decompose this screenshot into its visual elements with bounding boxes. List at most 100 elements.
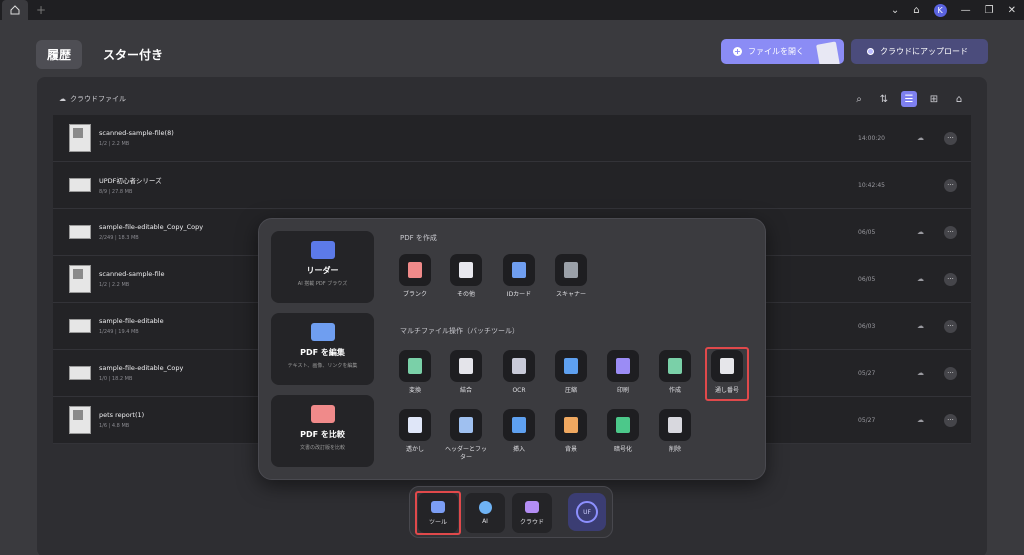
bell-icon[interactable]: ⌂ — [913, 5, 919, 16]
card-subtitle: AI 搭載 PDF ブラウズ — [297, 281, 348, 287]
breadcrumb-label: クラウドファイル — [70, 95, 126, 103]
more-icon[interactable]: ··· — [944, 413, 957, 427]
other-icon — [459, 262, 473, 278]
breadcrumb[interactable]: ☁ クラウドファイル — [59, 94, 126, 104]
tool-delete[interactable]: 削除 — [655, 409, 695, 454]
lock-icon — [616, 417, 630, 433]
minimize-icon[interactable]: — — [961, 5, 971, 16]
ai-assistant-icon: UF — [576, 501, 598, 523]
tool-insert[interactable]: 挿入 — [499, 409, 539, 454]
tool-background[interactable]: 背景 — [551, 409, 591, 454]
cloud-icon[interactable]: ☁ — [917, 369, 924, 377]
compare-icon — [310, 405, 335, 423]
file-thumbnail — [69, 406, 91, 434]
tool-label: 挿入 — [512, 446, 525, 453]
more-icon[interactable]: ··· — [944, 272, 957, 286]
tab-history[interactable]: 履歴 — [36, 40, 83, 69]
background-icon — [564, 417, 578, 433]
reader-card[interactable]: リーダー AI 搭載 PDF ブラウズ — [271, 231, 374, 303]
file-name: sample-file-editable — [99, 317, 164, 325]
ai-assistant-button[interactable]: UF — [568, 493, 606, 531]
tool-label: 圧縮 — [564, 387, 577, 394]
upload-cloud-button[interactable]: クラウドにアップロード — [851, 39, 988, 64]
batch-section-title: マルチファイル操作（バッチツール） — [400, 327, 519, 335]
upload-cloud-label: クラウドにアップロード — [880, 47, 968, 56]
print-icon — [616, 358, 630, 374]
file-thumbnail — [69, 265, 91, 293]
watermark-icon — [408, 417, 422, 433]
highlight-box — [415, 491, 461, 535]
file-date: 06/05 — [858, 228, 876, 236]
file-date: 06/05 — [858, 275, 876, 283]
chevron-down-icon[interactable]: ⌄ — [891, 5, 899, 16]
more-icon[interactable]: ··· — [944, 319, 957, 333]
cloud-icon[interactable]: ☁ — [917, 228, 924, 236]
restore-icon[interactable]: ❐ — [985, 5, 994, 16]
more-icon[interactable]: ··· — [944, 225, 957, 239]
more-icon[interactable]: ··· — [944, 131, 957, 145]
avatar[interactable]: K — [933, 3, 947, 17]
tool-label: ヘッダーとフッ ター — [444, 446, 487, 462]
tool-convert[interactable]: 変換 — [395, 350, 435, 395]
file-meta: 1/6 | 4.8 MB — [99, 423, 130, 429]
file-date: 06/03 — [858, 322, 876, 330]
tool-other[interactable]: その他 — [446, 254, 486, 299]
open-file-label: ファイルを開く — [748, 47, 804, 56]
cloud-icon[interactable]: ☁ — [917, 322, 924, 330]
tool-encrypt[interactable]: 暗号化 — [603, 409, 643, 454]
tool-watermark[interactable]: 透かし — [395, 409, 435, 454]
new-tab-icon[interactable]: + — [36, 3, 46, 17]
tool-compress[interactable]: 圧縮 — [551, 350, 591, 395]
close-icon[interactable]: ✕ — [1008, 5, 1016, 16]
file-thumbnail — [69, 178, 91, 192]
cloud-icon: ☁ — [59, 95, 66, 103]
tool-scanner[interactable]: スキャナー — [551, 254, 591, 299]
file-name: UPDF初心者シリーズ — [99, 177, 162, 185]
storage-icon[interactable]: ⌂ — [951, 91, 967, 107]
tool-blank[interactable]: ブランク — [395, 254, 435, 299]
title-bar: + ⌄ ⌂ K — ❐ ✕ — [0, 0, 1024, 20]
highlight-box — [705, 347, 749, 401]
file-row[interactable]: scanned-sample-file(8) 1/2 | 2.2 MB 14:00… — [53, 115, 971, 162]
tool-label: スキャナー — [555, 291, 586, 298]
tool-merge[interactable]: 結合 — [446, 350, 486, 395]
tool-label: その他 — [456, 291, 475, 298]
tool-print[interactable]: 印刷 — [603, 350, 643, 395]
file-meta: 1/2 | 2.2 MB — [99, 141, 130, 147]
tool-header-footer[interactable]: ヘッダーとフッ ター — [439, 409, 493, 463]
cloud-icon[interactable]: ☁ — [917, 416, 924, 424]
insert-icon — [512, 417, 526, 433]
file-meta: 2/249 | 18.3 MB — [99, 235, 139, 241]
tool-id-card[interactable]: IDカード — [499, 254, 539, 299]
id-card-icon — [512, 262, 526, 278]
tool-label: ブランク — [402, 291, 427, 298]
home-tab[interactable] — [2, 0, 28, 20]
dock-ai[interactable]: AI — [465, 493, 505, 533]
scanner-icon — [564, 262, 578, 278]
tool-ocr[interactable]: OCR — [499, 350, 539, 395]
file-thumbnail — [69, 124, 91, 152]
bottom-dock: ツール AI クラウド UF — [409, 486, 613, 538]
open-file-button[interactable]: + ファイルを開く — [721, 39, 844, 64]
tool-label: 変換 — [408, 387, 421, 394]
edit-pdf-card[interactable]: PDF を編集 テキスト、画像、リンクを編集 — [271, 313, 374, 385]
cloud-icon — [867, 48, 874, 55]
card-subtitle: 文書の改訂版を比較 — [299, 445, 345, 451]
cloud-icon — [525, 501, 539, 513]
more-icon[interactable]: ··· — [944, 366, 957, 380]
tool-create[interactable]: 作成 — [655, 350, 695, 395]
list-view-icon[interactable]: ☰ — [901, 91, 917, 107]
compare-pdf-card[interactable]: PDF を比較 文書の改訂版を比較 — [271, 395, 374, 467]
file-row[interactable]: UPDF初心者シリーズ 8/9 | 27.8 MB 10:42:45 ··· — [53, 162, 971, 209]
dock-cloud[interactable]: クラウド — [512, 493, 552, 533]
grid-view-icon[interactable]: ⊞ — [926, 91, 942, 107]
cloud-icon[interactable]: ☁ — [917, 134, 924, 142]
sort-icon[interactable]: ⇅ — [876, 91, 892, 107]
tool-label: 透かし — [405, 446, 424, 453]
tab-starred[interactable]: スター付き — [92, 40, 174, 69]
tool-label: IDカード — [506, 291, 532, 298]
cloud-icon[interactable]: ☁ — [917, 275, 924, 283]
convert-icon — [408, 358, 422, 374]
search-icon[interactable]: ⌕ — [851, 91, 867, 107]
more-icon[interactable]: ··· — [944, 178, 957, 192]
